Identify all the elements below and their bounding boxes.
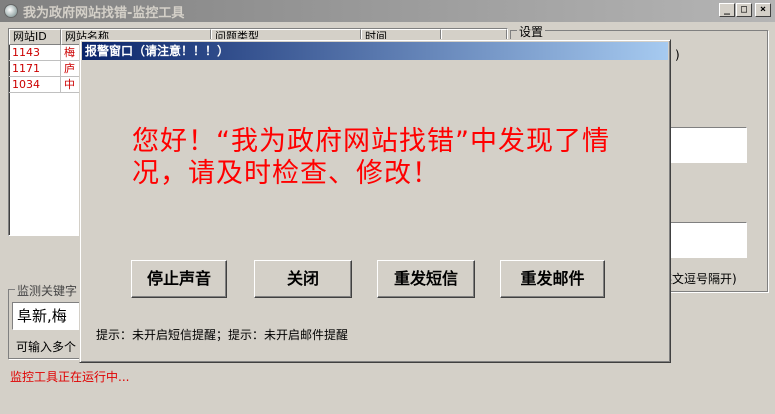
settings-legend: 设置 <box>517 23 546 40</box>
dialog-titlebar[interactable]: 报警窗口（请注意！！！） <box>82 42 668 60</box>
minimize-button[interactable]: _ <box>719 3 735 17</box>
main-titlebar[interactable]: 我为政府网站找错-监控工具 _ □ × <box>0 0 775 22</box>
dialog-tip: 提示：未开启短信提醒；提示：未开启邮件提醒 <box>96 328 349 342</box>
close-dialog-button[interactable]: 关闭 <box>254 260 352 298</box>
stop-sound-button[interactable]: 停止声音 <box>131 260 227 298</box>
settings-note: 英文逗号隔开) <box>660 272 737 286</box>
cell-site-id: 1171 <box>9 61 61 77</box>
column-header-site-id[interactable]: 网站ID <box>9 29 61 45</box>
alert-dialog: 报警窗口（请注意！！！） 您好！“我为政府网站找错”中发现了情况，请及时检查、修… <box>79 39 671 363</box>
keyword-legend: 监测关键字 <box>15 282 80 299</box>
resend-sms-button[interactable]: 重发短信 <box>377 260 475 298</box>
settings-text-field-2[interactable] <box>665 222 747 258</box>
cell-site-id: 1143 <box>9 45 61 61</box>
app-icon <box>4 4 18 18</box>
close-button[interactable]: × <box>755 3 771 17</box>
cell-site-id: 1034 <box>9 77 61 93</box>
window-controls: _ □ × <box>719 3 771 17</box>
settings-paren: ) <box>675 48 680 62</box>
resend-email-button[interactable]: 重发邮件 <box>500 260 605 298</box>
status-text: 监控工具正在运行中... <box>10 370 130 384</box>
window-title: 我为政府网站找错-监控工具 <box>23 5 185 21</box>
keyword-hint: 可输入多个 <box>16 340 77 354</box>
alert-message: 您好！“我为政府网站找错”中发现了情况，请及时检查、修改！ <box>132 126 610 189</box>
maximize-button[interactable]: □ <box>736 3 752 17</box>
settings-text-field-1[interactable] <box>665 127 747 163</box>
